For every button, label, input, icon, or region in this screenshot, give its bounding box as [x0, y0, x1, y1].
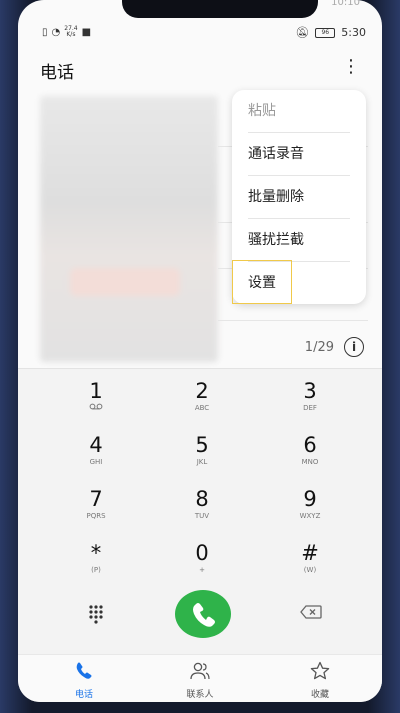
dialpad-key-8[interactable]: 8 TUV — [162, 487, 242, 533]
tab-phone[interactable]: 电话 — [34, 661, 134, 700]
tab-contacts[interactable]: 联系人 — [150, 661, 250, 700]
battery-icon: 96 — [315, 27, 336, 38]
notch — [122, 0, 318, 18]
dialpad-key-hash[interactable]: # (W) — [270, 541, 350, 587]
info-icon[interactable]: i — [344, 337, 364, 357]
sim-icon: ▯ — [42, 26, 48, 38]
wifi-icon: ◔ — [51, 26, 61, 38]
menu-item-call-recording[interactable]: 通话录音 — [248, 133, 348, 175]
status-peek-time: 10:10 — [331, 0, 360, 8]
phone-call-icon — [193, 603, 215, 627]
page-title: 电话 — [40, 63, 74, 83]
backspace-icon[interactable] — [300, 604, 322, 620]
network-speed: 27.4 K/s — [64, 25, 78, 38]
phone-screen: 10:10 ▯ ◔ 27.4 K/s ■ 🔕︎ 96 5:30 电话 ⋮ 1/2… — [18, 0, 382, 702]
dialpad-key-star[interactable]: * (P) — [56, 541, 136, 587]
dialpad-key-4[interactable]: 4 GHI — [56, 433, 136, 479]
status-bar: ▯ ◔ 27.4 K/s ■ 🔕︎ 96 5:30 — [18, 22, 382, 46]
notification-icon: ■ — [81, 26, 92, 38]
call-log-page-count: 1/29 — [304, 340, 334, 355]
dialpad-key-6[interactable]: 6 MNO — [270, 433, 350, 479]
call-log-list-blurred — [40, 96, 218, 362]
dialpad-toggle-icon[interactable] — [86, 604, 106, 624]
dialpad-key-9[interactable]: 9 WXYZ — [270, 487, 350, 533]
star-icon — [310, 661, 330, 680]
app-bar: 电话 ⋮ — [18, 56, 382, 88]
contacts-icon — [190, 662, 210, 680]
status-time: 5:30 — [341, 26, 366, 39]
dialpad-key-3[interactable]: 3 DEF — [270, 379, 350, 425]
menu-item-spam-blocking[interactable]: 骚扰拦截 — [248, 219, 348, 261]
call-button[interactable] — [175, 590, 231, 638]
voicemail-icon — [56, 403, 136, 413]
dialpad-key-2[interactable]: 2 ABC — [162, 379, 242, 425]
dialpad-key-0[interactable]: 0 + — [162, 541, 242, 587]
dialer-actions — [18, 590, 382, 646]
overflow-menu: 粘贴 通话录音 批量删除 骚扰拦截 设置 — [232, 90, 366, 304]
settings-highlight-box — [232, 260, 292, 304]
phone-icon — [76, 662, 92, 679]
menu-item-paste[interactable]: 粘贴 — [248, 90, 348, 132]
menu-item-batch-delete[interactable]: 批量删除 — [248, 176, 348, 218]
tab-favorites[interactable]: 收藏 — [270, 661, 370, 700]
dialpad-key-1[interactable]: 1 — [56, 379, 136, 425]
more-options-icon[interactable]: ⋮ — [342, 56, 360, 77]
dialpad-key-5[interactable]: 5 JKL — [162, 433, 242, 479]
dialpad-key-7[interactable]: 7 PQRS — [56, 487, 136, 533]
mute-icon: 🔕︎ — [295, 26, 310, 39]
bottom-tab-bar: 电话 联系人 收藏 — [18, 654, 382, 702]
